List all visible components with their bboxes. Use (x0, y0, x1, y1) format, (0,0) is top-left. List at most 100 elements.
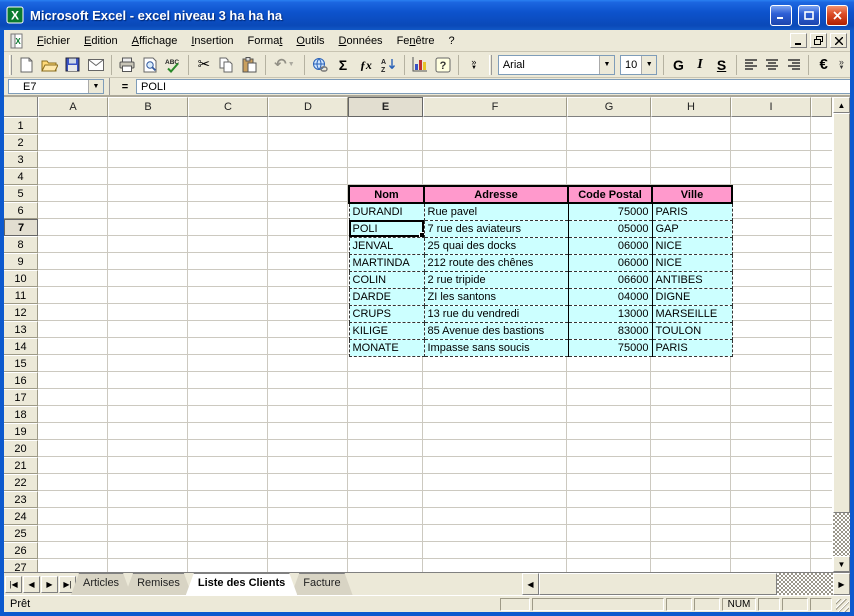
menu-donnes[interactable]: Données (332, 32, 390, 50)
font-size-dropdown-icon[interactable]: ▼ (641, 55, 657, 74)
new-icon[interactable] (16, 54, 38, 76)
row-header-23[interactable]: 23 (4, 491, 38, 508)
autosum-icon[interactable]: Σ (332, 54, 354, 76)
menu-fentre[interactable]: Fenêtre (390, 32, 442, 50)
cell[interactable]: PARIS (651, 338, 733, 357)
menu-?[interactable]: ? (442, 32, 462, 50)
open-icon[interactable] (39, 54, 61, 76)
name-box[interactable]: E7 ▼ (8, 79, 104, 94)
cell[interactable]: COLIN (348, 270, 425, 289)
formula-input[interactable]: POLI (136, 79, 850, 94)
standard-toolbar-handle[interactable] (9, 54, 12, 75)
name-box-dropdown-icon[interactable]: ▼ (88, 80, 103, 93)
formatting-toolbar-handle[interactable] (488, 54, 492, 75)
scroll-left-icon[interactable]: ◀ (522, 573, 539, 595)
row-header-18[interactable]: 18 (4, 406, 38, 423)
row-header-20[interactable]: 20 (4, 440, 38, 457)
cut-icon[interactable]: ✂ (193, 54, 215, 76)
cell[interactable]: 06000 (567, 253, 653, 272)
function-icon[interactable]: ƒx (355, 54, 377, 76)
cell[interactable]: PARIS (651, 202, 733, 221)
menu-affichage[interactable]: Affichage (125, 32, 185, 50)
row-header-6[interactable]: 6 (4, 202, 38, 219)
align-left-button[interactable] (741, 54, 762, 76)
cell[interactable]: KILIGE (348, 321, 425, 340)
cell[interactable]: TOULON (651, 321, 733, 340)
row-header-26[interactable]: 26 (4, 542, 38, 559)
row-header-15[interactable]: 15 (4, 355, 38, 372)
table-header-nom[interactable]: Nom (348, 185, 425, 204)
row-header-11[interactable]: 11 (4, 287, 38, 304)
column-header-e[interactable]: E (348, 97, 423, 117)
paste-icon[interactable] (239, 54, 261, 76)
cell[interactable]: MARTINDA (348, 253, 425, 272)
prev-sheet-icon[interactable]: ◀ (23, 575, 40, 593)
column-header-b[interactable]: B (108, 97, 188, 117)
cell[interactable]: 06000 (567, 236, 653, 255)
cell[interactable]: 2 rue tripide (423, 270, 569, 289)
resize-grip[interactable] (836, 599, 849, 612)
cell[interactable]: 05000 (567, 219, 653, 238)
row-header-25[interactable]: 25 (4, 525, 38, 542)
row-header-21[interactable]: 21 (4, 457, 38, 474)
sheet-tab-liste-des-clients[interactable]: Liste des Clients (186, 573, 297, 595)
hyperlink-icon[interactable] (309, 54, 331, 76)
row-header-5[interactable]: 5 (4, 185, 38, 202)
vertical-scroll-track[interactable] (833, 513, 850, 556)
row-header-12[interactable]: 12 (4, 304, 38, 321)
cell[interactable]: GAP (651, 219, 733, 238)
row-header-10[interactable]: 10 (4, 270, 38, 287)
scroll-down-icon[interactable]: ▼ (833, 556, 850, 572)
minimize-button[interactable] (770, 4, 792, 26)
email-icon[interactable] (85, 54, 107, 76)
cell[interactable]: 75000 (567, 338, 653, 357)
bold-button[interactable]: G (668, 54, 689, 76)
workbook-restore-button[interactable] (810, 33, 827, 48)
cell[interactable]: 04000 (567, 287, 653, 306)
row-header-27[interactable]: 27 (4, 559, 38, 572)
table-header-code-postal[interactable]: Code Postal (567, 185, 653, 204)
cell[interactable]: 75000 (567, 202, 653, 221)
column-header-g[interactable]: G (567, 97, 651, 117)
table-header-adresse[interactable]: Adresse (423, 185, 569, 204)
column-header-i[interactable]: I (731, 97, 811, 117)
column-header-a[interactable]: A (38, 97, 108, 117)
cell[interactable]: DARDE (348, 287, 425, 306)
horizontal-scroll-thumb[interactable] (539, 573, 777, 595)
sheet-tab-facture[interactable]: Facture (291, 573, 352, 595)
cell[interactable]: POLI (348, 219, 425, 238)
next-sheet-icon[interactable]: ▶ (41, 575, 58, 593)
cell[interactable]: CRUPS (348, 304, 425, 323)
row-header-13[interactable]: 13 (4, 321, 38, 338)
cell[interactable]: 13000 (567, 304, 653, 323)
row-header-7[interactable]: 7 (4, 219, 38, 236)
row-header-3[interactable]: 3 (4, 151, 38, 168)
cell[interactable]: DURANDI (348, 202, 425, 221)
italic-button[interactable]: I (690, 54, 711, 76)
row-header-17[interactable]: 17 (4, 389, 38, 406)
cell[interactable]: NICE (651, 236, 733, 255)
align-right-button[interactable] (784, 54, 805, 76)
cell[interactable]: 212 route des chênes (423, 253, 569, 272)
column-header-h[interactable]: H (651, 97, 731, 117)
select-all-corner[interactable] (4, 97, 38, 117)
cell[interactable]: DIGNE (651, 287, 733, 306)
row-header-22[interactable]: 22 (4, 474, 38, 491)
sheet-tab-remises[interactable]: Remises (125, 573, 192, 595)
sheet-tab-articles[interactable]: Articles (71, 573, 131, 595)
cell[interactable]: 06600 (567, 270, 653, 289)
spelling-icon[interactable]: ABC (162, 54, 184, 76)
print-preview-icon[interactable] (139, 54, 161, 76)
row-header-8[interactable]: 8 (4, 236, 38, 253)
formatting-more-icon[interactable]: » ▼ (835, 54, 848, 76)
row-header-2[interactable]: 2 (4, 134, 38, 151)
cell[interactable]: 83000 (567, 321, 653, 340)
cell[interactable]: MARSEILLE (651, 304, 733, 323)
cell[interactable]: Rue pavel (423, 202, 569, 221)
menu-edition[interactable]: Edition (77, 32, 125, 50)
row-header-16[interactable]: 16 (4, 372, 38, 389)
align-center-button[interactable] (762, 54, 783, 76)
table-header-ville[interactable]: Ville (651, 185, 733, 204)
column-header-d[interactable]: D (268, 97, 348, 117)
row-header-19[interactable]: 19 (4, 423, 38, 440)
